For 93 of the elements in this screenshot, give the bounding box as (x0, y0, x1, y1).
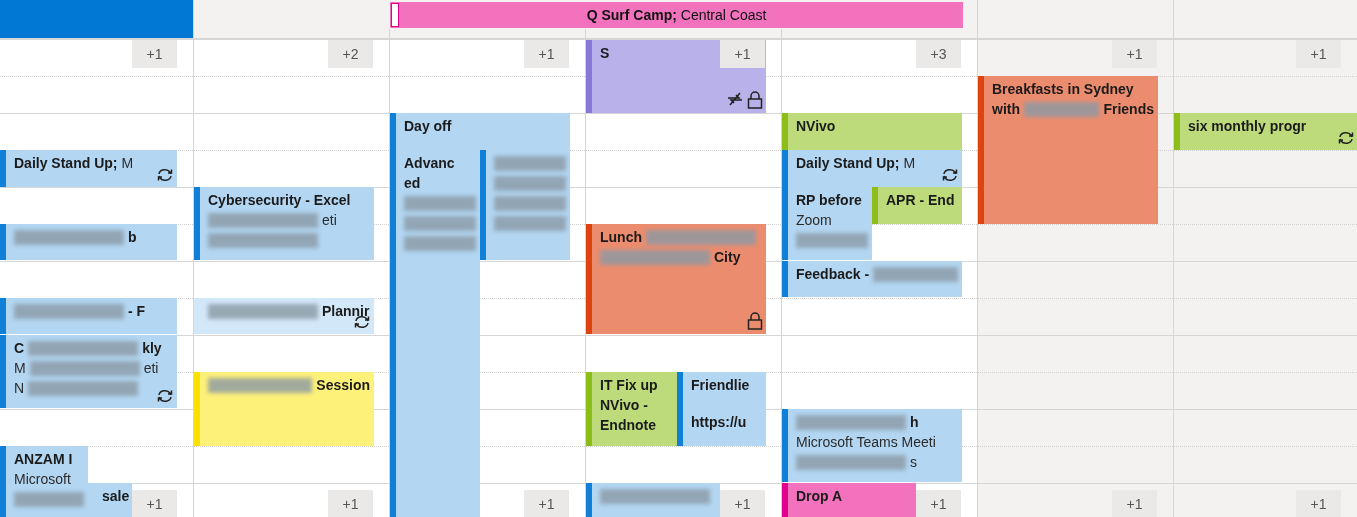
more-events-button[interactable]: +1 (524, 490, 569, 517)
event-title: Feedback - (796, 266, 870, 282)
event-title: ed (404, 175, 421, 191)
more-events-button[interactable]: +1 (1296, 490, 1341, 517)
calendar-event[interactable]: h Microsoft Teams Meeti s (782, 409, 962, 482)
calendar-event[interactable]: Daily Stand Up; M (0, 150, 177, 187)
blurred-text (404, 235, 476, 251)
more-events-button[interactable]: +2 (328, 40, 373, 68)
blurred-text (494, 215, 566, 231)
calendar-event[interactable]: Drop A (782, 483, 916, 517)
event-title: Session (316, 377, 370, 393)
calendar-event[interactable]: Day off (390, 113, 570, 150)
calendar-event[interactable]: Advanc ed (390, 150, 480, 517)
event-detail: N (14, 380, 25, 396)
calendar-event[interactable]: - F (0, 298, 177, 334)
event-title: City (714, 249, 741, 265)
calendar-event[interactable]: sale (88, 483, 132, 517)
event-title: NVivo (796, 118, 836, 134)
blurred-text (494, 195, 566, 211)
more-events-button[interactable]: +1 (1296, 40, 1341, 68)
more-events-button[interactable]: +1 (720, 40, 765, 68)
more-events-button[interactable]: +1 (524, 40, 569, 68)
event-title: Cybersecurity - Excel (208, 192, 351, 208)
more-events-button[interactable]: +1 (720, 490, 765, 517)
event-title: Daily Stand Up; (796, 155, 900, 171)
calendar-event[interactable]: https://u (677, 409, 766, 446)
event-detail: M (903, 155, 916, 171)
event-detail: Microsoft (14, 471, 71, 487)
event-title: APR - End (886, 192, 955, 208)
calendar-event[interactable]: six monthly progr (1174, 113, 1357, 150)
calendar-event[interactable]: C kly M eti N (0, 335, 177, 408)
calendar-event[interactable]: Feedback - (782, 261, 962, 297)
calendar-event[interactable]: Daily Stand Up; M (782, 150, 962, 187)
event-detail: s (910, 454, 917, 470)
event-title: Plannir (322, 303, 370, 319)
event-detail: eti (322, 212, 337, 228)
calendar-event[interactable]: Breakfasts in Sydney with Friends (978, 76, 1158, 224)
blurred-text (404, 195, 476, 211)
event-title: b (128, 229, 137, 245)
blurred-text (14, 491, 84, 507)
event-detail: Microsoft Teams Meeti (796, 434, 936, 450)
event-title: - F (128, 303, 146, 319)
event-title: Endnote (600, 417, 656, 433)
event-title: S (600, 45, 610, 61)
calendar-event[interactable]: b (0, 224, 177, 260)
event-title: Lunch (600, 229, 642, 245)
more-events-button[interactable]: +1 (132, 490, 177, 517)
event-title: Drop A (796, 488, 843, 504)
more-events-button[interactable]: +1 (1112, 40, 1157, 68)
event-detail: eti (143, 360, 159, 376)
calendar-event[interactable]: APR - End (872, 187, 962, 224)
day-header[interactable] (0, 0, 193, 38)
blurred-text (494, 155, 566, 171)
calendar-event[interactable] (586, 483, 720, 517)
event-title: h (910, 414, 919, 430)
blurred-text (494, 175, 566, 191)
more-events-button[interactable]: +1 (916, 490, 961, 517)
event-title: kly (142, 340, 162, 356)
event-title: RP before (796, 192, 862, 208)
event-title: https://u (691, 414, 747, 430)
calendar-event[interactable]: Lunch City (586, 224, 766, 334)
more-events-button[interactable]: +3 (916, 40, 961, 68)
event-title: C (14, 340, 25, 356)
event-title: NVivo - (600, 397, 648, 413)
calendar-event[interactable]: NVivo (782, 113, 962, 150)
event-title: IT Fix up (600, 377, 658, 393)
more-events-button[interactable]: +1 (132, 40, 177, 68)
event-title: Friendlie (691, 377, 750, 393)
event-title: ANZAM I (14, 451, 73, 467)
calendar-event[interactable] (480, 150, 570, 260)
all-day-event[interactable]: Q Surf Camp; Central Coast (390, 2, 963, 28)
event-title: Day off (404, 118, 452, 134)
event-title: Advanc (404, 155, 455, 171)
event-detail: M (121, 155, 134, 171)
more-events-button[interactable]: +1 (328, 490, 373, 517)
calendar-event[interactable]: IT Fix up NVivo - Endnote (586, 372, 677, 446)
event-detail: Zoom (796, 212, 832, 228)
calendar-event[interactable]: Friendlie (677, 372, 766, 409)
calendar-event[interactable]: ANZAM I Microsoft (0, 446, 88, 517)
event-title: Breakfasts in Sydney (992, 81, 1134, 97)
more-events-button[interactable]: +1 (1112, 490, 1157, 517)
blurred-text (796, 232, 868, 248)
event-title: Daily Stand Up; (14, 155, 118, 171)
calendar-event[interactable]: RP before Zoom (782, 187, 872, 260)
blurred-text (404, 215, 476, 231)
event-title: sale (102, 488, 130, 504)
calendar-event[interactable]: Plannir (194, 298, 374, 334)
calendar-event[interactable]: Session (194, 372, 374, 446)
event-title: with (992, 101, 1020, 117)
event-detail: M (14, 360, 26, 376)
calendar-event[interactable]: Cybersecurity - Excel eti (194, 187, 374, 260)
event-title: six monthly progr (1188, 118, 1307, 134)
event-title: Friends (1103, 101, 1154, 117)
